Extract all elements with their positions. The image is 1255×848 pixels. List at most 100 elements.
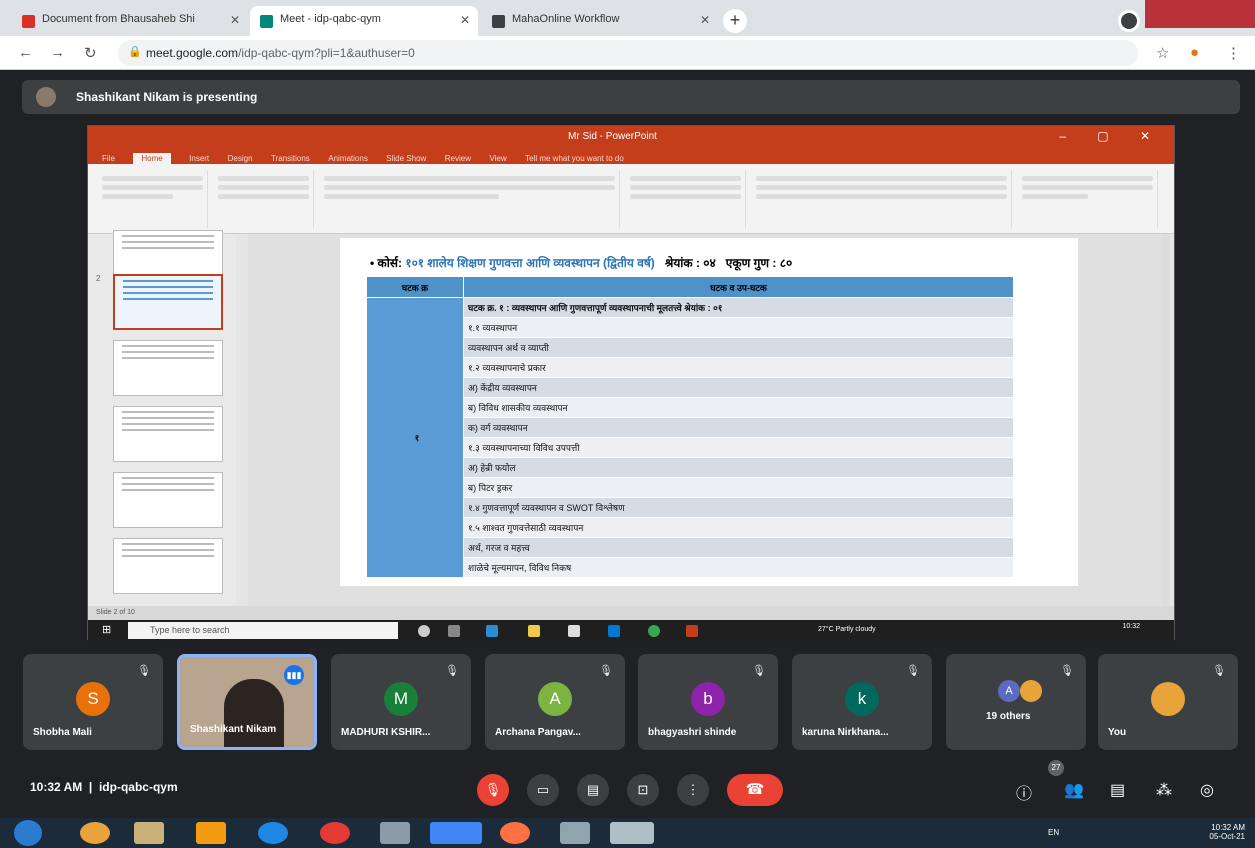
presenting-banner: Shashikant Nikam is presenting [22,80,1240,114]
ppt-scrollbar [1162,234,1170,606]
star-icon[interactable]: ☆ [1156,44,1169,62]
chrome-icon[interactable] [430,822,482,844]
video-person [224,679,284,747]
back-arrow-icon[interactable]: ← [18,44,33,61]
participant-name: Shobha Mali [33,727,92,738]
slide-thumb [113,538,223,594]
camera-toggle-button[interactable]: ▭ [527,774,559,806]
info-icon[interactable]: ⓘ [1016,780,1032,804]
people-icon[interactable]: 👥 [1064,780,1084,800]
ppt-menu-insert: Insert [189,154,210,163]
ppt-menu-animations: Animations [328,154,368,163]
ribbon-slides [214,170,314,228]
menu-icon[interactable]: ⋮ [1226,44,1241,62]
present-button[interactable]: ⊡ [627,774,659,806]
browser-tab-bar: Document from Bhausaheb Shi ✕ Meet - idp… [0,0,1255,36]
meet-icon [260,15,273,28]
reload-icon[interactable]: ↻ [84,44,97,62]
participant-tile[interactable]: 🎙 b bhagyashri shinde [638,654,778,750]
window-icon[interactable] [610,822,654,844]
course-name: शालेय शिक्षण गुणवत्ता आणि व्यवस्थापन (द्… [427,256,655,270]
mic-toggle-button[interactable]: 🎙 [477,774,509,806]
mic-off-icon: 🎙 [599,665,613,677]
forward-arrow-icon[interactable]: → [50,44,65,61]
ribbon-drawing [752,170,1012,228]
system-date: 05-Oct-21 [1209,832,1245,841]
participant-tile[interactable]: 🎙 k karuna Nirkhana... [792,654,932,750]
tab-meet[interactable]: Meet - idp-qabc-qym ✕ [250,6,478,36]
ribbon-paragraph [626,170,746,228]
site-icon [492,15,505,28]
more-options-button[interactable]: ⋮ [677,774,709,806]
tab-document[interactable]: Document from Bhausaheb Shi ✕ [12,6,248,36]
remote-search-box: Type here to search [128,622,398,639]
participant-tile-video[interactable]: ▮▮▮ Shashikant Nikam [177,654,317,750]
table-row: ब) पिटर ड्रकर [463,477,1014,498]
taskview-icon [448,625,460,637]
end-call-button[interactable]: ☎ [727,774,783,806]
start-button[interactable] [14,820,42,846]
media-player-icon[interactable] [196,822,226,844]
participant-name: MADHURI KSHIR... [341,727,431,738]
thumb-number: 2 [96,274,101,283]
total-label: एकूण गुण : ८० [725,256,793,270]
profile-avatar[interactable] [1118,10,1140,32]
remote-taskbar: ⊞ Type here to search 27°C Partly cloudy… [88,620,1174,641]
new-tab-button[interactable]: + [723,9,747,33]
table-row: १.३ व्यवस्थापनाच्या विविध उपपत्ती [463,437,1014,458]
lock-icon: 🔒 [128,46,142,58]
ppt-window-controls: – ▢ ✕ [1059,129,1164,143]
table-row: व्यवस्थापन अर्थ व व्याप्ती [463,337,1014,358]
ie-icon[interactable] [258,822,288,844]
ppt-menu: File Home Insert Design Transitions Anim… [88,148,1174,169]
meet-control-bar: 10:32 AM | idp-qabc-qym 🎙 ▭ ▤ ⊡ ⋮ ☎ ⓘ 👥 … [0,760,1255,812]
mic-off-icon: 🎙 [137,665,151,677]
tab-title: Document from Bhausaheb Shi [42,13,195,25]
participant-tile-others[interactable]: 🎙 A 19 others [946,654,1086,750]
table-row: १.२ व्यवस्थापनाचे प्रकार [463,357,1014,378]
ppt-menu-file: File [102,154,115,163]
meeting-info: 10:32 AM | idp-qabc-qym [30,780,178,794]
media-icon[interactable] [80,822,110,844]
slide-thumb [113,472,223,528]
participant-name: 19 others [986,711,1031,722]
window-controls[interactable] [1145,0,1255,28]
participant-tile[interactable]: 🎙 A Archana Pangav... [485,654,625,750]
close-icon[interactable]: ✕ [460,13,470,27]
folder-icon[interactable] [134,822,164,844]
chrome-icon [648,625,660,637]
close-icon[interactable]: ✕ [230,13,240,27]
slide-heading: • कोर्स: १०१ शालेय शिक्षण गुणवत्ता आणि व… [370,256,793,270]
powerpoint-icon [686,625,698,637]
table-row: ब) विविध शासकीय व्यवस्थापन [463,397,1014,418]
host-controls-icon[interactable]: ◎ [1200,780,1214,800]
participant-tile-self[interactable]: 🎙 You [1098,654,1238,750]
course-label: कोर्स: [377,256,402,270]
mic-off-icon: 🎙 [445,665,459,677]
tab-mahaonline[interactable]: MahaOnline Workflow ✕ [482,6,718,36]
extension-icon[interactable]: ● [1190,44,1199,61]
avatar: A [538,682,572,716]
captions-button[interactable]: ▤ [577,774,609,806]
slide-thumbnails: 2 [88,230,236,606]
chat-icon[interactable]: ▤ [1110,780,1125,800]
mic-off-icon: 🎙 [1060,665,1074,677]
table-row: १.१ व्यवस्थापन [463,317,1014,338]
url-path: /idp-qabc-qym?pli=1&authuser=0 [238,46,415,60]
system-clock[interactable]: 10:32 AM 05-Oct-21 [1209,823,1245,841]
network-icon[interactable] [380,822,410,844]
url-input[interactable]: 🔒 meet.google.com/idp-qabc-qym?pli=1&aut… [118,40,1138,66]
activities-icon[interactable]: ⁂ [1156,780,1172,800]
close-icon[interactable]: ✕ [700,13,710,27]
firefox-icon[interactable] [500,822,530,844]
document-icon[interactable] [560,822,590,844]
slide-thumb-selected [113,274,223,330]
windows-taskbar: EN 10:32 AM 05-Oct-21 [0,818,1255,848]
participant-tile[interactable]: 🎙 S Shobha Mali [23,654,163,750]
opera-icon[interactable] [320,822,350,844]
avatar [1020,680,1042,702]
avatar [1151,682,1185,716]
participant-tile[interactable]: 🎙 M MADHURI KSHIR... [331,654,471,750]
participant-name: karuna Nirkhana... [802,727,889,738]
language-indicator[interactable]: EN [1048,828,1059,837]
